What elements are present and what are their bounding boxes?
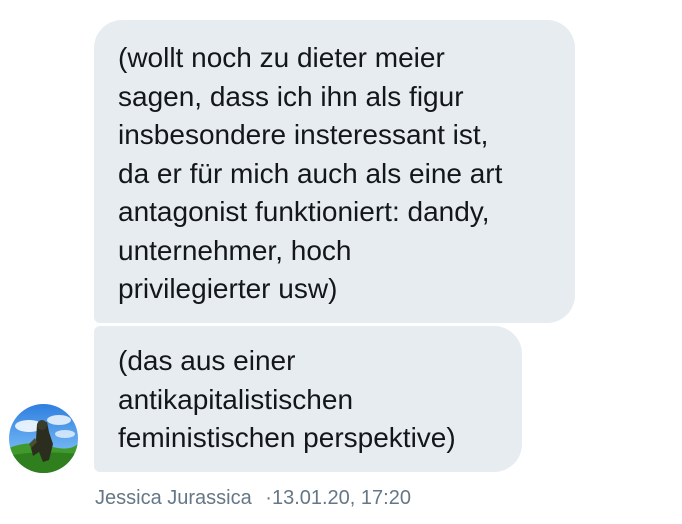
sender-name[interactable]: Jessica Jurassica (95, 487, 252, 509)
avatar-photo-icon (9, 404, 78, 473)
avatar[interactable] (9, 404, 78, 473)
message-timestamp: 13.01.20, 17:20 (271, 487, 411, 509)
message-thread: (wollt noch zu dieter meier sagen, dass … (0, 0, 682, 524)
message-meta: Jessica Jurassica ·13.01.20, 17:20 (95, 484, 411, 512)
message-bubble[interactable]: (wollt noch zu dieter meier sagen, dass … (94, 20, 575, 323)
message-bubble[interactable]: (das aus einer antikapitalistischen femi… (94, 326, 522, 472)
meta-separator: · (265, 487, 272, 509)
